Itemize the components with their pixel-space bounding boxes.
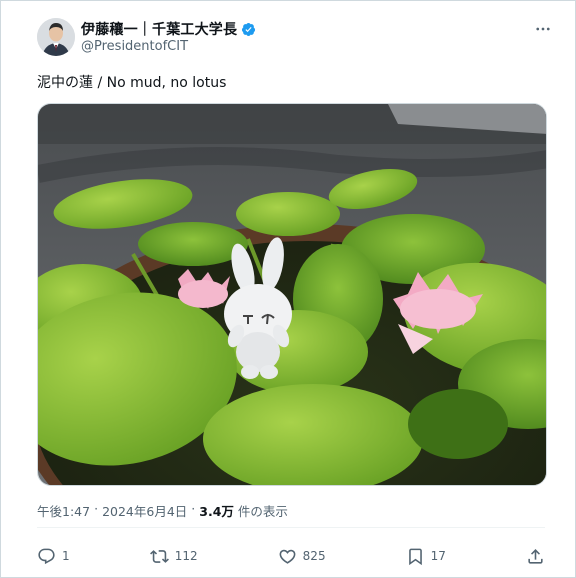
author-name-row: 伊藤穰一｜千葉工大学長 bbox=[81, 19, 256, 39]
more-icon[interactable] bbox=[531, 17, 555, 41]
like-count: 825 bbox=[302, 549, 326, 563]
bookmark-count: 17 bbox=[430, 549, 446, 563]
divider bbox=[37, 527, 545, 528]
author-name[interactable]: 伊藤穰一｜千葉工大学長 bbox=[81, 19, 237, 39]
retweet-icon bbox=[149, 549, 169, 563]
views-label: 件の表示 bbox=[237, 504, 288, 519]
tweet-header: 伊藤穰一｜千葉工大学長 @PresidentofCIT bbox=[37, 17, 555, 61]
heart-icon bbox=[279, 549, 296, 564]
tweet-text: 泥中の蓮 / No mud, no lotus bbox=[37, 75, 227, 91]
verified-badge-icon bbox=[242, 22, 256, 36]
bookmark-button[interactable]: 17 bbox=[406, 547, 446, 566]
author-handle[interactable]: @PresidentofCIT bbox=[81, 39, 188, 54]
share-icon bbox=[528, 548, 543, 564]
meta-separator: · bbox=[94, 501, 99, 516]
retweet-button[interactable]: 112 bbox=[149, 547, 198, 566]
retweet-count: 112 bbox=[174, 549, 198, 563]
views-count: 3.4万 bbox=[199, 504, 234, 519]
tweet-meta: 午後1:47 · 2024年6月4日 · 3.4万 件の表示 bbox=[37, 501, 288, 520]
avatar[interactable] bbox=[37, 18, 75, 56]
tweet-photo[interactable] bbox=[37, 103, 547, 486]
reply-icon bbox=[38, 548, 55, 564]
share-button[interactable] bbox=[526, 547, 545, 566]
meta-separator: · bbox=[191, 501, 196, 516]
like-button[interactable]: 825 bbox=[278, 547, 326, 566]
tweet-actions: 1 112 825 17 bbox=[37, 541, 545, 571]
reply-count: 1 bbox=[62, 549, 70, 563]
tweet-card: 伊藤穰一｜千葉工大学長 @PresidentofCIT 泥中の蓮 / No mu… bbox=[0, 0, 576, 578]
bookmark-icon bbox=[408, 548, 422, 565]
reply-button[interactable]: 1 bbox=[37, 547, 70, 566]
tweet-date[interactable]: 2024年6月4日 bbox=[102, 501, 187, 520]
tweet-time[interactable]: 午後1:47 bbox=[37, 501, 90, 520]
